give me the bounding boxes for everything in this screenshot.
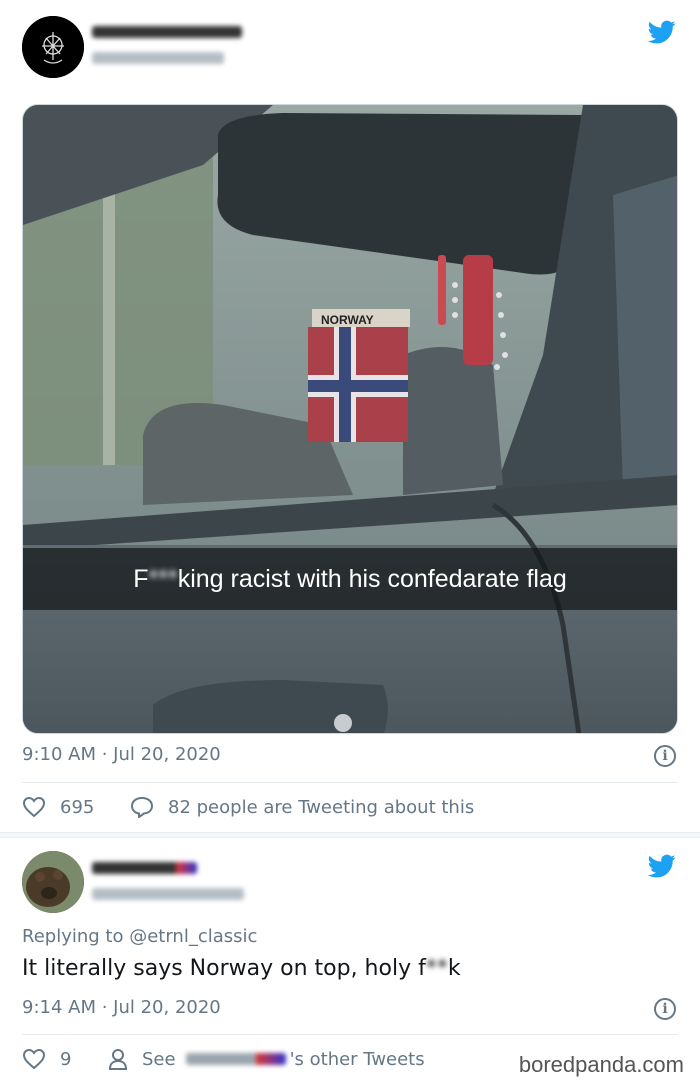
reply-like-button[interactable]: 9: [22, 1048, 71, 1070]
divider: [22, 1034, 678, 1035]
replying-prefix: Replying to: [22, 926, 130, 947]
reply-author-handle[interactable]: [92, 888, 244, 900]
divider: [22, 782, 678, 783]
reply-text-censored: **: [425, 956, 448, 981]
caption-censored: ***: [148, 564, 178, 593]
like-button[interactable]: 695: [22, 796, 94, 818]
tweet-separator: [0, 832, 700, 838]
author-name[interactable]: [92, 26, 242, 38]
conversation-link[interactable]: 82 people are Tweeting about this: [130, 796, 474, 818]
author-avatar[interactable]: [22, 16, 84, 78]
reply-body: It literally says Norway on top, holy f*…: [22, 956, 461, 981]
author-handle[interactable]: [92, 52, 224, 64]
main-tweet: NORWAY F *** king racist with his confedar…: [0, 0, 700, 832]
reply-author-name[interactable]: [92, 862, 197, 874]
svg-text:NORWAY: NORWAY: [321, 313, 374, 327]
watermark: boredpanda.com: [518, 1052, 684, 1077]
heart-icon: [22, 1048, 46, 1070]
tweet-photo[interactable]: NORWAY F *** king racist with his confedar…: [22, 104, 678, 734]
info-icon[interactable]: i: [654, 745, 676, 767]
see-other-tweets-link[interactable]: See 's other Tweets: [108, 1048, 425, 1070]
replying-handle[interactable]: @etrnl_classic: [129, 926, 257, 947]
replying-to: Replying to @etrnl_classic: [22, 926, 257, 947]
caption-start: F: [133, 564, 149, 593]
reply-like-count: 9: [60, 1048, 72, 1070]
info-icon[interactable]: i: [654, 998, 676, 1020]
see-username-blurred: [185, 1053, 286, 1065]
reply-timestamp[interactable]: 9:14 AM · Jul 20, 2020: [22, 997, 221, 1018]
caption-end: king racist with his confedarate flag: [177, 564, 567, 593]
reply-text-end: k: [447, 956, 461, 981]
like-count: 695: [60, 796, 95, 818]
twitter-bird-icon: [647, 854, 676, 878]
heart-icon: [22, 796, 46, 818]
reply-author-avatar[interactable]: [22, 851, 84, 913]
person-icon: [108, 1049, 128, 1070]
comment-icon: [130, 796, 154, 818]
see-suffix: 's other Tweets: [289, 1048, 425, 1070]
reply-text-start: It literally says Norway on top, holy f: [22, 956, 426, 981]
car-photo-illustration: NORWAY: [23, 105, 677, 733]
replies-text: 82 people are Tweeting about this: [168, 796, 475, 818]
twitter-bird-icon: [647, 20, 676, 44]
see-prefix: See: [142, 1048, 176, 1070]
tweet-timestamp[interactable]: 9:10 AM · Jul 20, 2020: [22, 744, 221, 765]
image-caption: F *** king racist with his confedarate fla…: [23, 548, 677, 610]
